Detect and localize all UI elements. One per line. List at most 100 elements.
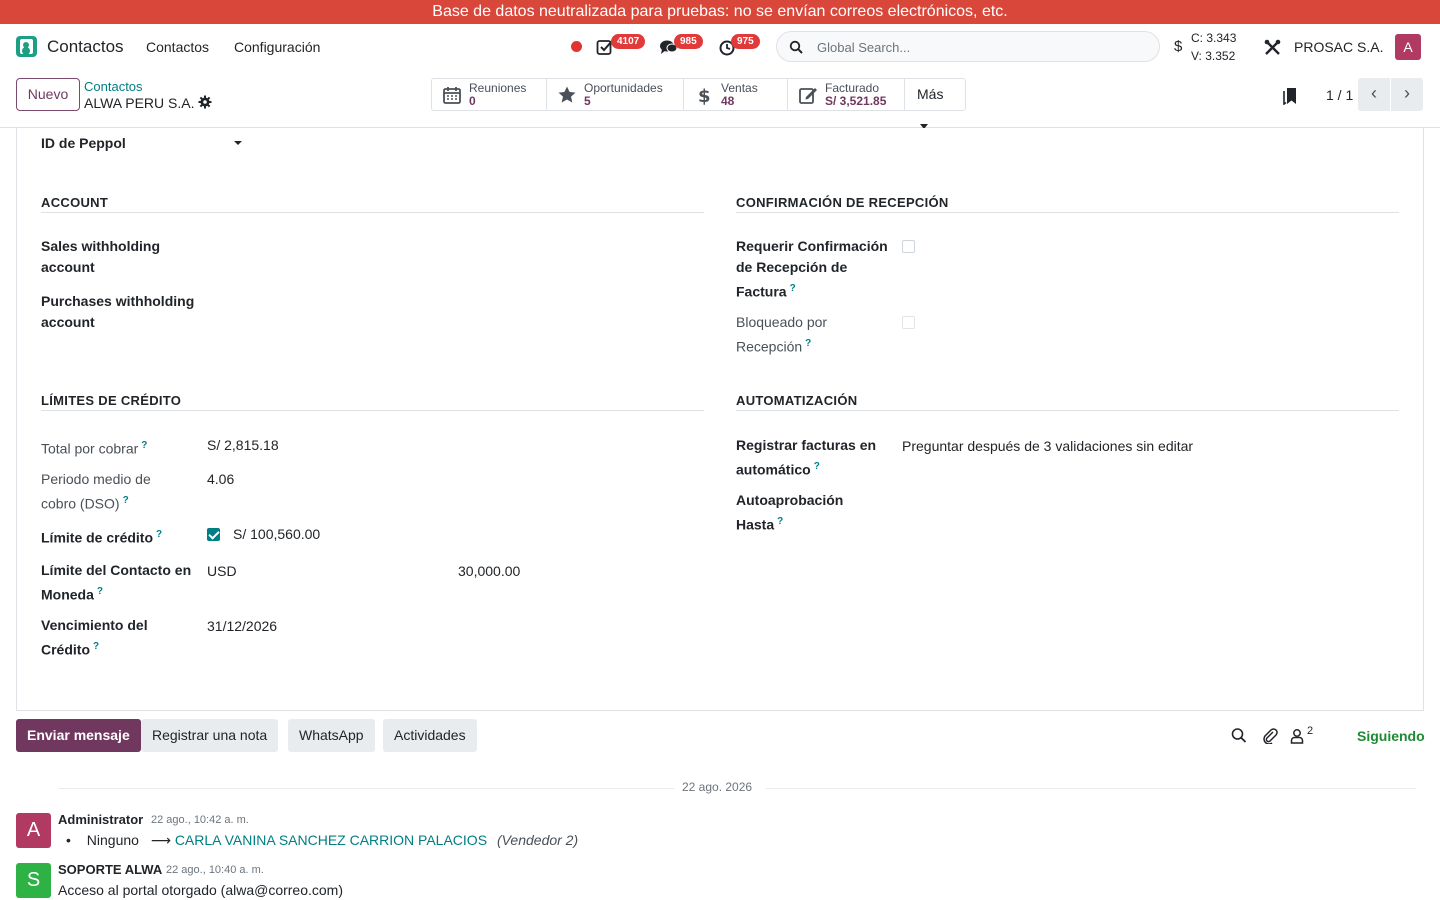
credit-limit-value[interactable]: S/ 100,560.00 bbox=[233, 524, 320, 545]
search-icon bbox=[789, 40, 803, 54]
arrow-right-icon: ⟶ bbox=[150, 832, 171, 848]
following-button[interactable]: Siguiendo bbox=[1357, 728, 1425, 744]
smart-label: Reuniones bbox=[469, 81, 527, 95]
timesheet-badge: 975 bbox=[731, 34, 760, 49]
message-date: 22 ago., 10:40 a. m. bbox=[166, 864, 264, 876]
top-navbar: Contactos Contactos Configuración 4107 9… bbox=[0, 24, 1440, 70]
followers-count: 2 bbox=[1307, 725, 1314, 737]
help-icon[interactable]: ? bbox=[123, 495, 129, 506]
reception-section-title: CONFIRMACIÓN DE RECEPCIÓN bbox=[736, 195, 949, 210]
paperclip-icon[interactable] bbox=[1262, 727, 1278, 744]
date-separator-line bbox=[58, 788, 674, 789]
global-search-input[interactable] bbox=[817, 38, 1137, 56]
gear-icon[interactable] bbox=[198, 95, 212, 109]
smart-value: 48 bbox=[721, 94, 735, 108]
more-label: Más bbox=[917, 86, 944, 102]
contact-currency-select[interactable]: USD bbox=[207, 561, 237, 582]
smart-buttons: Reuniones 0 Oportunidades 5 $ Ventas 48 … bbox=[431, 78, 966, 129]
breadcrumb[interactable]: Contactos bbox=[84, 79, 143, 94]
tracking-new-value[interactable]: CARLA VANINA SANCHEZ CARRION PALACIOS bbox=[175, 832, 487, 848]
smart-value: S/ 3,521.85 bbox=[825, 94, 887, 108]
help-icon[interactable]: ? bbox=[777, 516, 783, 527]
auto-register-label: Registrar facturas en automático? bbox=[736, 437, 877, 478]
smart-button-ventas[interactable]: $ Ventas 48 bbox=[684, 79, 788, 110]
message-author[interactable]: SOPORTE ALWA bbox=[58, 862, 162, 877]
debug-tools-icon[interactable] bbox=[1264, 39, 1281, 56]
contact-limit-amount[interactable]: 30,000.00 bbox=[458, 561, 520, 582]
message-author-avatar[interactable]: A bbox=[16, 813, 51, 848]
calendar-icon bbox=[443, 87, 461, 104]
auto-register-value[interactable]: Preguntar después de 3 validaciones sin … bbox=[902, 436, 1193, 457]
blocked-by-reception-checkbox[interactable] bbox=[902, 316, 915, 329]
auto-approve-label: Autoaprobación Hasta? bbox=[736, 492, 844, 533]
menu-configuracion[interactable]: Configuración bbox=[234, 39, 320, 55]
recording-indicator-icon[interactable] bbox=[571, 41, 582, 52]
total-receivable-label: Total por cobrar? bbox=[41, 440, 148, 457]
smart-button-oportunidades[interactable]: Oportunidades 5 bbox=[547, 79, 684, 110]
bullet: • bbox=[66, 832, 71, 848]
followers-icon[interactable] bbox=[1290, 727, 1306, 744]
rate-buy: C: 3.343 bbox=[1191, 31, 1237, 45]
user-avatar[interactable]: A bbox=[1395, 34, 1421, 60]
pager-previous-button[interactable]: ‹ bbox=[1358, 78, 1390, 111]
global-search[interactable] bbox=[776, 31, 1160, 62]
help-icon[interactable]: ? bbox=[790, 283, 796, 294]
automation-section-title: AUTOMATIZACIÓN bbox=[736, 393, 858, 408]
smart-label: Oportunidades bbox=[584, 81, 663, 95]
whatsapp-button[interactable]: WhatsApp bbox=[288, 719, 375, 752]
log-note-button[interactable]: Registrar una nota bbox=[141, 719, 279, 752]
credit-limit-checkbox[interactable] bbox=[207, 528, 220, 541]
message-author[interactable]: Administrator bbox=[58, 812, 143, 827]
section-divider bbox=[41, 410, 704, 411]
help-icon[interactable]: ? bbox=[93, 641, 99, 652]
chevron-right-icon: › bbox=[1404, 83, 1410, 103]
company-switcher[interactable]: PROSAC S.A. bbox=[1294, 39, 1383, 55]
smart-button-facturado[interactable]: Facturado S/ 3,521.85 bbox=[788, 79, 905, 110]
bookmark-icon[interactable] bbox=[1283, 87, 1297, 105]
purchases-withholding-label: Purchases withholding account bbox=[41, 293, 195, 330]
peppol-dropdown-caret-icon[interactable] bbox=[234, 141, 242, 145]
send-message-button[interactable]: Enviar mensaje bbox=[16, 719, 141, 752]
help-icon[interactable]: ? bbox=[156, 529, 162, 540]
exchange-rates: C: 3.343 V: 3.352 bbox=[1191, 29, 1236, 65]
credit-due-date[interactable]: 31/12/2026 bbox=[207, 616, 277, 637]
message-date: 22 ago., 10:42 a. m. bbox=[151, 814, 249, 826]
help-icon[interactable]: ? bbox=[805, 338, 811, 349]
help-icon[interactable]: ? bbox=[814, 461, 820, 472]
tracking-old-value: Ninguno bbox=[86, 832, 139, 848]
blocked-by-reception-label: Bloqueado por Recepción? bbox=[736, 314, 828, 355]
message-author-avatar[interactable]: S bbox=[16, 863, 51, 898]
new-button[interactable]: Nuevo bbox=[16, 78, 80, 111]
search-icon[interactable] bbox=[1231, 727, 1247, 744]
more-button[interactable]: Más bbox=[905, 79, 965, 129]
total-receivable-value: S/ 2,815.18 bbox=[207, 437, 279, 453]
pager-value[interactable]: 1 / 1 bbox=[1326, 87, 1353, 103]
pager-next-button[interactable]: › bbox=[1391, 78, 1423, 111]
menu-contactos[interactable]: Contactos bbox=[146, 39, 209, 55]
tracking-change: • Ninguno ⟶ CARLA VANINA SANCHEZ CARRION… bbox=[66, 832, 578, 849]
app-name[interactable]: Contactos bbox=[47, 37, 124, 57]
contacts-app-icon[interactable] bbox=[16, 36, 37, 57]
activities-button[interactable]: Actividades bbox=[383, 719, 477, 752]
star-icon bbox=[558, 86, 576, 103]
credit-limits-section-title: LÍMITES DE CRÉDITO bbox=[41, 393, 182, 408]
smart-button-reuniones[interactable]: Reuniones 0 bbox=[432, 79, 547, 110]
help-icon[interactable]: ? bbox=[141, 440, 147, 451]
smart-value: 5 bbox=[584, 94, 591, 108]
dollar-icon: $ bbox=[698, 86, 711, 105]
tracking-field-name: (Vendedor 2) bbox=[496, 832, 579, 848]
currency-symbol[interactable]: $ bbox=[1174, 38, 1182, 55]
require-confirmation-label: Requerir Confirmación de Recepción de Fact… bbox=[736, 238, 888, 300]
date-separator: 22 ago. 2026 bbox=[682, 780, 753, 794]
account-section-title: ACCOUNT bbox=[41, 195, 109, 210]
section-divider bbox=[736, 212, 1399, 213]
credit-due-label: Vencimiento del Crédito? bbox=[41, 617, 148, 658]
control-panel: Nuevo Contactos ALWA PERU S.A. Reuniones… bbox=[0, 70, 1440, 129]
dso-value: 4.06 bbox=[207, 471, 235, 487]
require-confirmation-checkbox[interactable] bbox=[902, 240, 915, 253]
section-divider bbox=[41, 212, 704, 213]
sales-withholding-label: Sales withholding account bbox=[41, 238, 161, 275]
contact-currency-limit-label: Límite del Contacto en Moneda? bbox=[41, 562, 192, 603]
dso-label: Periodo medio de cobro (DSO)? bbox=[41, 471, 151, 512]
help-icon[interactable]: ? bbox=[97, 586, 103, 597]
